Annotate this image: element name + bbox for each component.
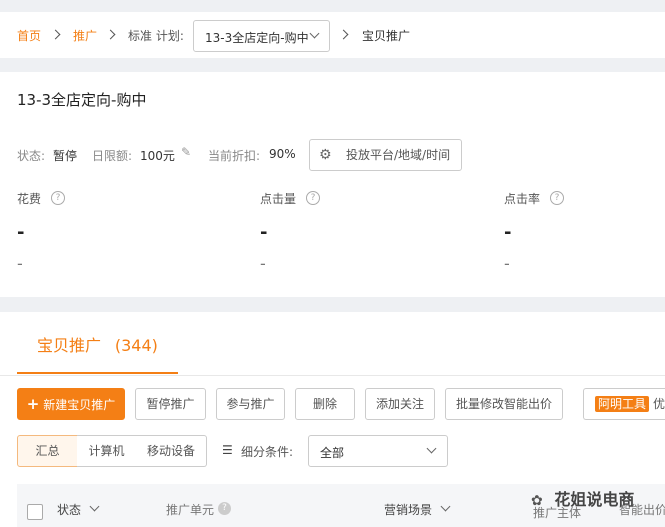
budget-label: 日限额: — [92, 149, 133, 163]
filter-label: 细分条件: — [241, 445, 294, 459]
new-item-promotion-label: 新建宝贝推广 — [43, 398, 116, 412]
device-tab-computer[interactable]: 计算机 — [77, 435, 137, 467]
watermark: ✿ 花姐说电商 — [531, 486, 634, 510]
plan-select[interactable]: 13-3全店定向-购中 — [193, 20, 330, 52]
tool-suffix: 优 — [653, 397, 665, 411]
chevron-down-icon — [309, 28, 320, 39]
page-title: 13-3全店定向-购中 — [17, 91, 147, 109]
chevron-right-icon — [50, 29, 61, 40]
plan-type-label: 标准 计划: — [128, 29, 184, 43]
help-icon[interactable]: ? — [306, 191, 320, 205]
chevron-down-icon[interactable] — [440, 501, 451, 512]
plus-icon: + — [26, 395, 40, 413]
tab-divider — [0, 375, 665, 376]
chevron-right-icon — [105, 29, 116, 40]
metric-sub-value: - — [504, 254, 510, 273]
plan-info-card: 13-3全店定向-购中 状态: 暂停 日限额: 100元 ✎ 当前折扣: 90%… — [0, 72, 665, 297]
column-scene[interactable]: 营销场景 — [384, 501, 432, 518]
gear-icon: ⚙ — [319, 147, 332, 163]
breadcrumb-home-link[interactable]: 首页 — [17, 27, 41, 44]
select-all-checkbox[interactable] — [27, 504, 43, 520]
platform-region-time-button[interactable]: ⚙ 投放平台/地域/时间 — [309, 139, 462, 171]
metric-cost: 花费 — [17, 190, 41, 207]
pause-promotion-button[interactable]: 暂停推广 — [135, 388, 206, 420]
join-promotion-button[interactable]: 参与推广 — [216, 388, 285, 420]
column-unit: 推广单元 — [166, 503, 215, 517]
chevron-down-icon[interactable] — [89, 501, 100, 512]
tab-count: (344) — [114, 336, 158, 355]
help-icon[interactable]: ? — [51, 191, 65, 205]
discount-label: 当前折扣: — [208, 149, 261, 163]
status-value: 暂停 — [53, 149, 78, 163]
add-follow-button[interactable]: 添加关注 — [365, 388, 435, 420]
status-label: 状态: — [17, 149, 46, 163]
metric-ctr: 点击率 — [504, 190, 540, 207]
delete-button[interactable]: 删除 — [295, 388, 355, 420]
help-icon[interactable]: ? — [218, 502, 231, 515]
platform-region-time-label: 投放平台/地域/时间 — [346, 148, 451, 162]
metric-label: 花费 — [17, 192, 42, 206]
tab-item-promotion[interactable]: 宝贝推广 (344) — [17, 332, 178, 374]
device-tab-mobile[interactable]: 移动设备 — [136, 435, 207, 467]
tab-label: 宝贝推广 — [37, 336, 102, 355]
metric-clicks: 点击量 — [260, 190, 296, 207]
budget-value: 100元 — [140, 149, 175, 163]
chevron-right-icon — [338, 29, 349, 40]
breadcrumb-promote-link[interactable]: 推广 — [73, 27, 97, 44]
watermark-text: 花姐说电商 — [554, 490, 635, 509]
chevron-down-icon — [426, 443, 437, 454]
breadcrumb: 首页 推广 标准 计划: 13-3全店定向-购中 宝贝推广 — [0, 12, 665, 58]
edit-pencil-icon[interactable]: ✎ — [181, 145, 191, 159]
metric-sub-value: - — [17, 254, 23, 273]
device-tab-summary[interactable]: 汇总 — [17, 435, 78, 467]
metric-label: 点击率 — [504, 192, 541, 206]
metric-value: - — [260, 222, 268, 243]
column-status[interactable]: 状态 — [57, 501, 81, 518]
metric-sub-value: - — [260, 254, 266, 273]
discount-value: 90% — [269, 147, 296, 161]
breadcrumb-current: 宝贝推广 — [362, 29, 411, 43]
filter-select[interactable]: 全部 — [308, 435, 448, 467]
metric-value: - — [504, 222, 512, 243]
tool-button[interactable]: 阿明工具优 — [583, 388, 665, 420]
list-icon: ☰ — [222, 443, 233, 457]
help-icon[interactable]: ? — [550, 191, 564, 205]
new-item-promotion-button[interactable]: + 新建宝贝推广 — [17, 388, 125, 420]
wechat-icon: ✿ — [531, 493, 543, 509]
plan-select-value: 13-3全店定向-购中 — [205, 31, 309, 45]
metric-value: - — [17, 222, 25, 243]
filter-select-value: 全部 — [320, 446, 345, 460]
tool-tag: 阿明工具 — [595, 396, 650, 412]
bulk-smart-bid-button[interactable]: 批量修改智能出价 — [445, 388, 563, 420]
metric-label: 点击量 — [260, 192, 297, 206]
